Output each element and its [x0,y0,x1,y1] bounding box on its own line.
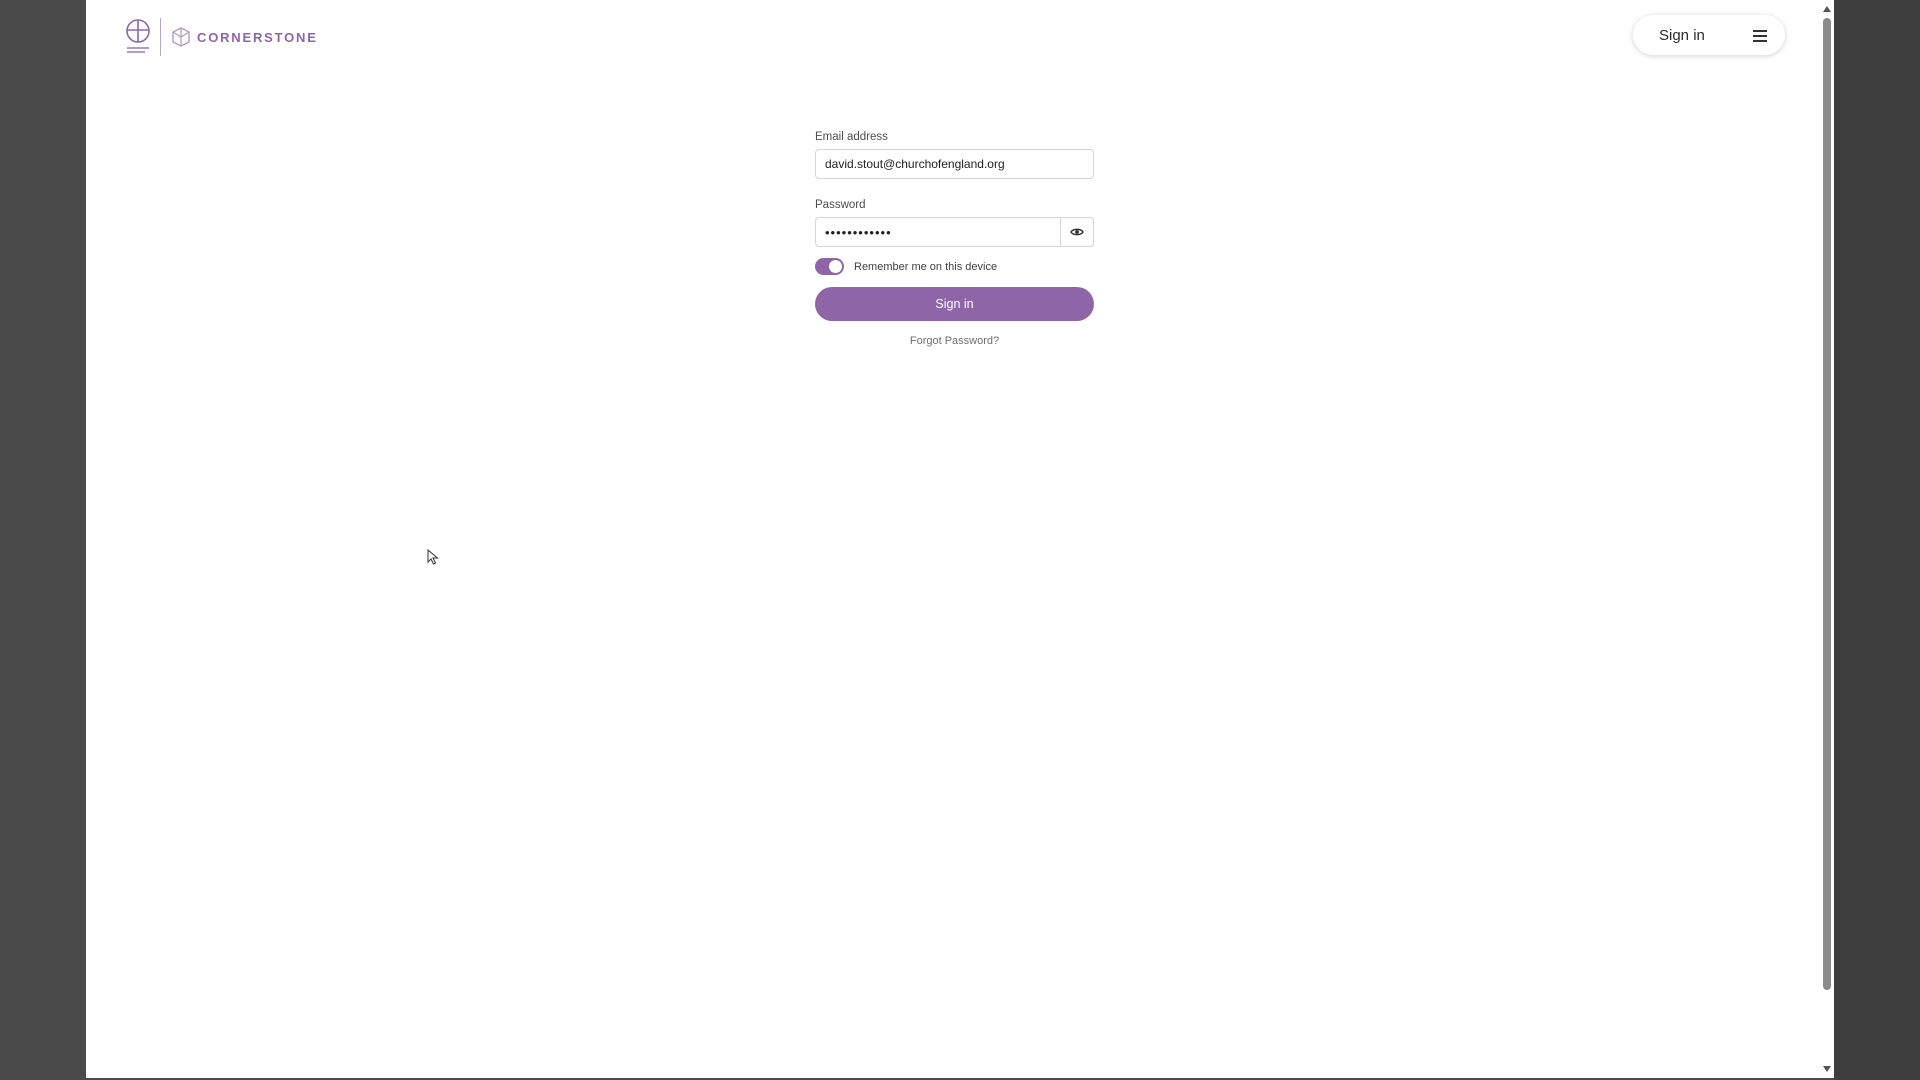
header-signin-menu[interactable]: Sign in [1633,15,1785,55]
right-dark-panel [1834,0,1920,1080]
toggle-knob [829,260,842,273]
brand-name: CORNERSTONE [197,29,318,45]
scroll-down-arrow-icon[interactable] [1823,1066,1831,1072]
password-row [815,217,1094,247]
email-field[interactable] [815,149,1094,179]
signin-button[interactable]: Sign in [815,287,1094,321]
remember-me-toggle[interactable] [815,258,844,275]
logo-divider [160,18,161,56]
site-logo[interactable]: CORNERSTONE [124,18,318,56]
header-signin-label[interactable]: Sign in [1659,27,1705,44]
forgot-password-link[interactable]: Forgot Password? [815,335,1094,347]
scroll-thumb[interactable] [1823,18,1831,990]
eye-icon [1070,228,1084,236]
vertical-scrollbar[interactable] [1820,0,1834,1078]
email-label: Email address [815,131,888,143]
remember-me-label[interactable]: Remember me on this device [854,261,997,273]
church-of-england-logo-icon [124,18,152,56]
show-password-button[interactable] [1060,217,1094,247]
scroll-up-arrow-icon[interactable] [1823,6,1831,12]
cornerstone-mark-icon [169,25,193,49]
hamburger-icon[interactable] [1753,29,1767,42]
remember-me-row: Remember me on this device [815,258,1094,275]
login-form: Email address Password Remember me on th… [815,131,1094,347]
password-field[interactable] [815,217,1060,247]
mouse-pointer-icon [427,548,439,565]
password-label: Password [815,199,866,211]
